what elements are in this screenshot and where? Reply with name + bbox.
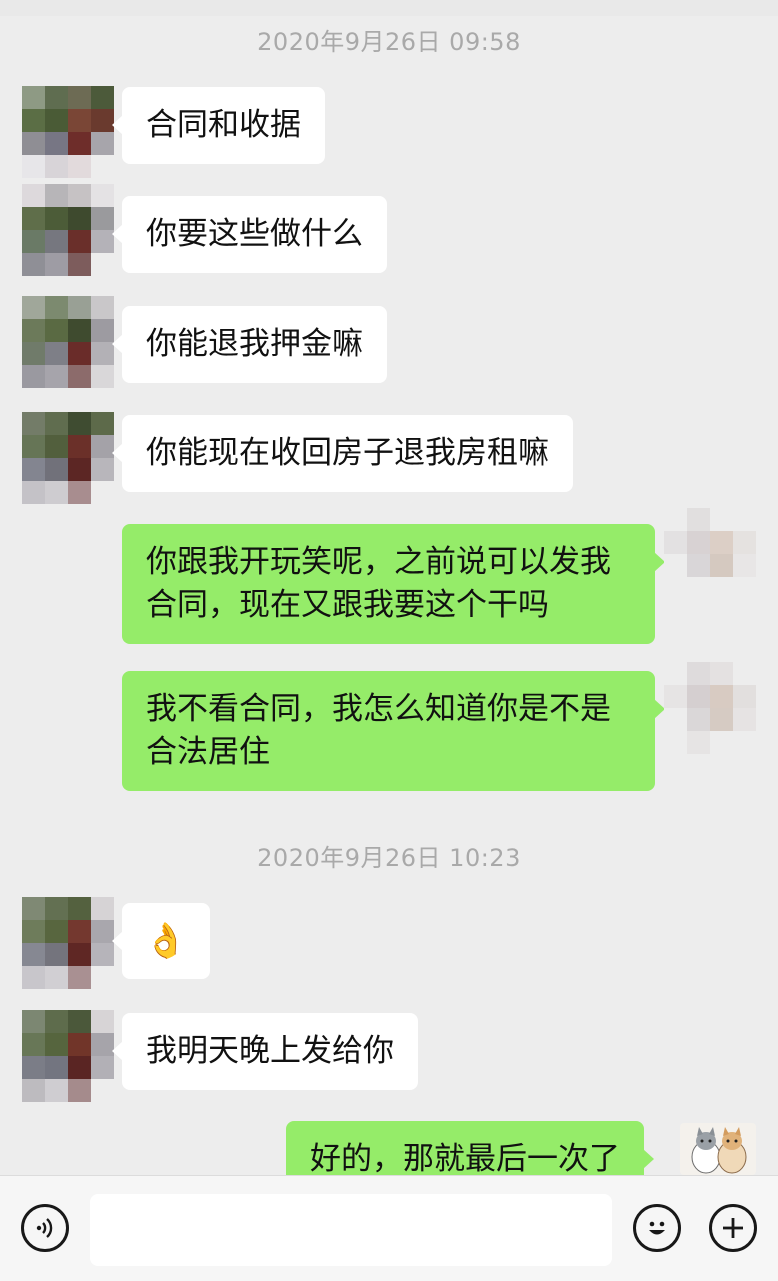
ok-hand-emoji: 👌 [144,920,188,961]
message-bubble-incoming[interactable]: 你能现在收回房子退我房租嘛 [112,415,573,492]
status-strip [0,0,778,16]
chat-composer [0,1175,778,1281]
timestamp: 2020年9月26日 10:23 [257,844,521,872]
message-text: 好的，那就最后一次了 [310,1141,620,1177]
plus-icon [723,1218,743,1238]
contact-avatar[interactable] [22,1010,114,1102]
emoji-button[interactable] [633,1204,681,1252]
contact-avatar[interactable] [22,86,114,178]
message-text: 你能现在收回房子退我房租嘛 [146,435,549,471]
message-bubble-outgoing[interactable]: 我不看合同，我怎么知道你是不是 合法居住 [122,671,665,791]
timestamp: 2020年9月26日 09:58 [257,28,521,56]
message-bubble-incoming[interactable]: 我明天晚上发给你 [112,1013,418,1090]
message-text: 合同和收据 [146,107,301,143]
contact-avatar[interactable] [22,184,114,276]
voice-icon [36,1218,53,1238]
voice-input-button[interactable] [21,1204,69,1252]
contact-avatar[interactable] [22,296,114,388]
message-input[interactable] [90,1194,612,1266]
my-avatar[interactable] [664,508,756,600]
message-text: 我明天晚上发给你 [146,1033,394,1069]
more-functions-button[interactable] [709,1204,757,1252]
message-text-line: 我不看合同，我怎么知道你是不是 [146,691,611,727]
emoji-icon [649,1221,665,1235]
my-avatar[interactable] [664,662,756,754]
message-bubble-incoming[interactable]: 你能退我押金嘛 [112,306,387,383]
message-bubble-incoming[interactable]: 你要这些做什么 [112,196,387,273]
message-bubble-incoming[interactable]: 👌 [112,903,210,979]
message-text-line: 你跟我开玩笑呢，之前说可以发我 [146,544,611,580]
my-avatar-cat[interactable] [680,1123,756,1175]
message-text: 你能退我押金嘛 [146,326,363,362]
contact-avatar[interactable] [22,897,114,989]
message-text-line: 合法居住 [146,734,270,770]
message-text: 你要这些做什么 [146,216,363,252]
cat-illustration-icon [691,1127,747,1174]
message-bubble-outgoing[interactable]: 你跟我开玩笑呢，之前说可以发我 合同，现在又跟我要这个干吗 [122,524,665,644]
contact-avatar[interactable] [22,412,114,504]
message-text-line: 合同，现在又跟我要这个干吗 [146,587,549,623]
message-bubble-incoming[interactable]: 合同和收据 [112,87,325,164]
